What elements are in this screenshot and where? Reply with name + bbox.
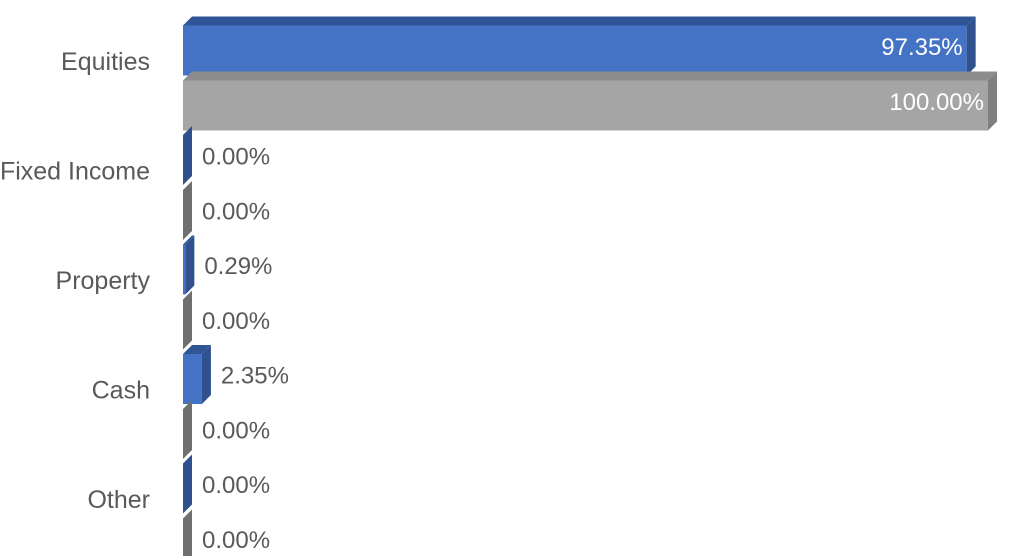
bar-side-face bbox=[183, 126, 192, 185]
bar-side-face bbox=[183, 509, 192, 556]
bar-side-face bbox=[201, 345, 211, 404]
allocation-bar-chart: Equities 97.35% 100.00% Fixed Income 0.00% 0.… bbox=[0, 16, 997, 556]
category-label: Equities bbox=[61, 48, 150, 76]
data-label: 2.35% bbox=[221, 363, 289, 390]
bar-side-face bbox=[183, 454, 192, 514]
bar-side-face bbox=[183, 400, 192, 459]
bar-top-face bbox=[183, 16, 976, 26]
data-label: 97.35% bbox=[881, 34, 962, 61]
data-label: 0.00% bbox=[202, 472, 270, 499]
category-label: Cash bbox=[92, 377, 150, 405]
data-label: 0.00% bbox=[202, 144, 270, 171]
bar-side-face bbox=[988, 71, 997, 131]
data-label: 0.29% bbox=[204, 253, 272, 280]
bar bbox=[183, 244, 186, 295]
bar bbox=[183, 354, 202, 404]
category-label: Other bbox=[87, 486, 150, 514]
data-label: 0.00% bbox=[202, 527, 270, 554]
bar-side-face bbox=[183, 290, 192, 350]
bar-side-face bbox=[183, 181, 192, 240]
data-label: 0.00% bbox=[202, 308, 270, 335]
data-label: 100.00% bbox=[889, 89, 984, 116]
category-label: Fixed Income bbox=[0, 158, 150, 186]
bar bbox=[183, 80, 988, 131]
data-label: 0.00% bbox=[202, 199, 270, 226]
bar-top-face bbox=[183, 71, 997, 81]
data-label: 0.00% bbox=[202, 418, 270, 445]
bar-side-face bbox=[185, 235, 195, 295]
category-label: Property bbox=[56, 267, 151, 295]
bar-side-face bbox=[966, 16, 976, 76]
bar bbox=[183, 25, 967, 76]
